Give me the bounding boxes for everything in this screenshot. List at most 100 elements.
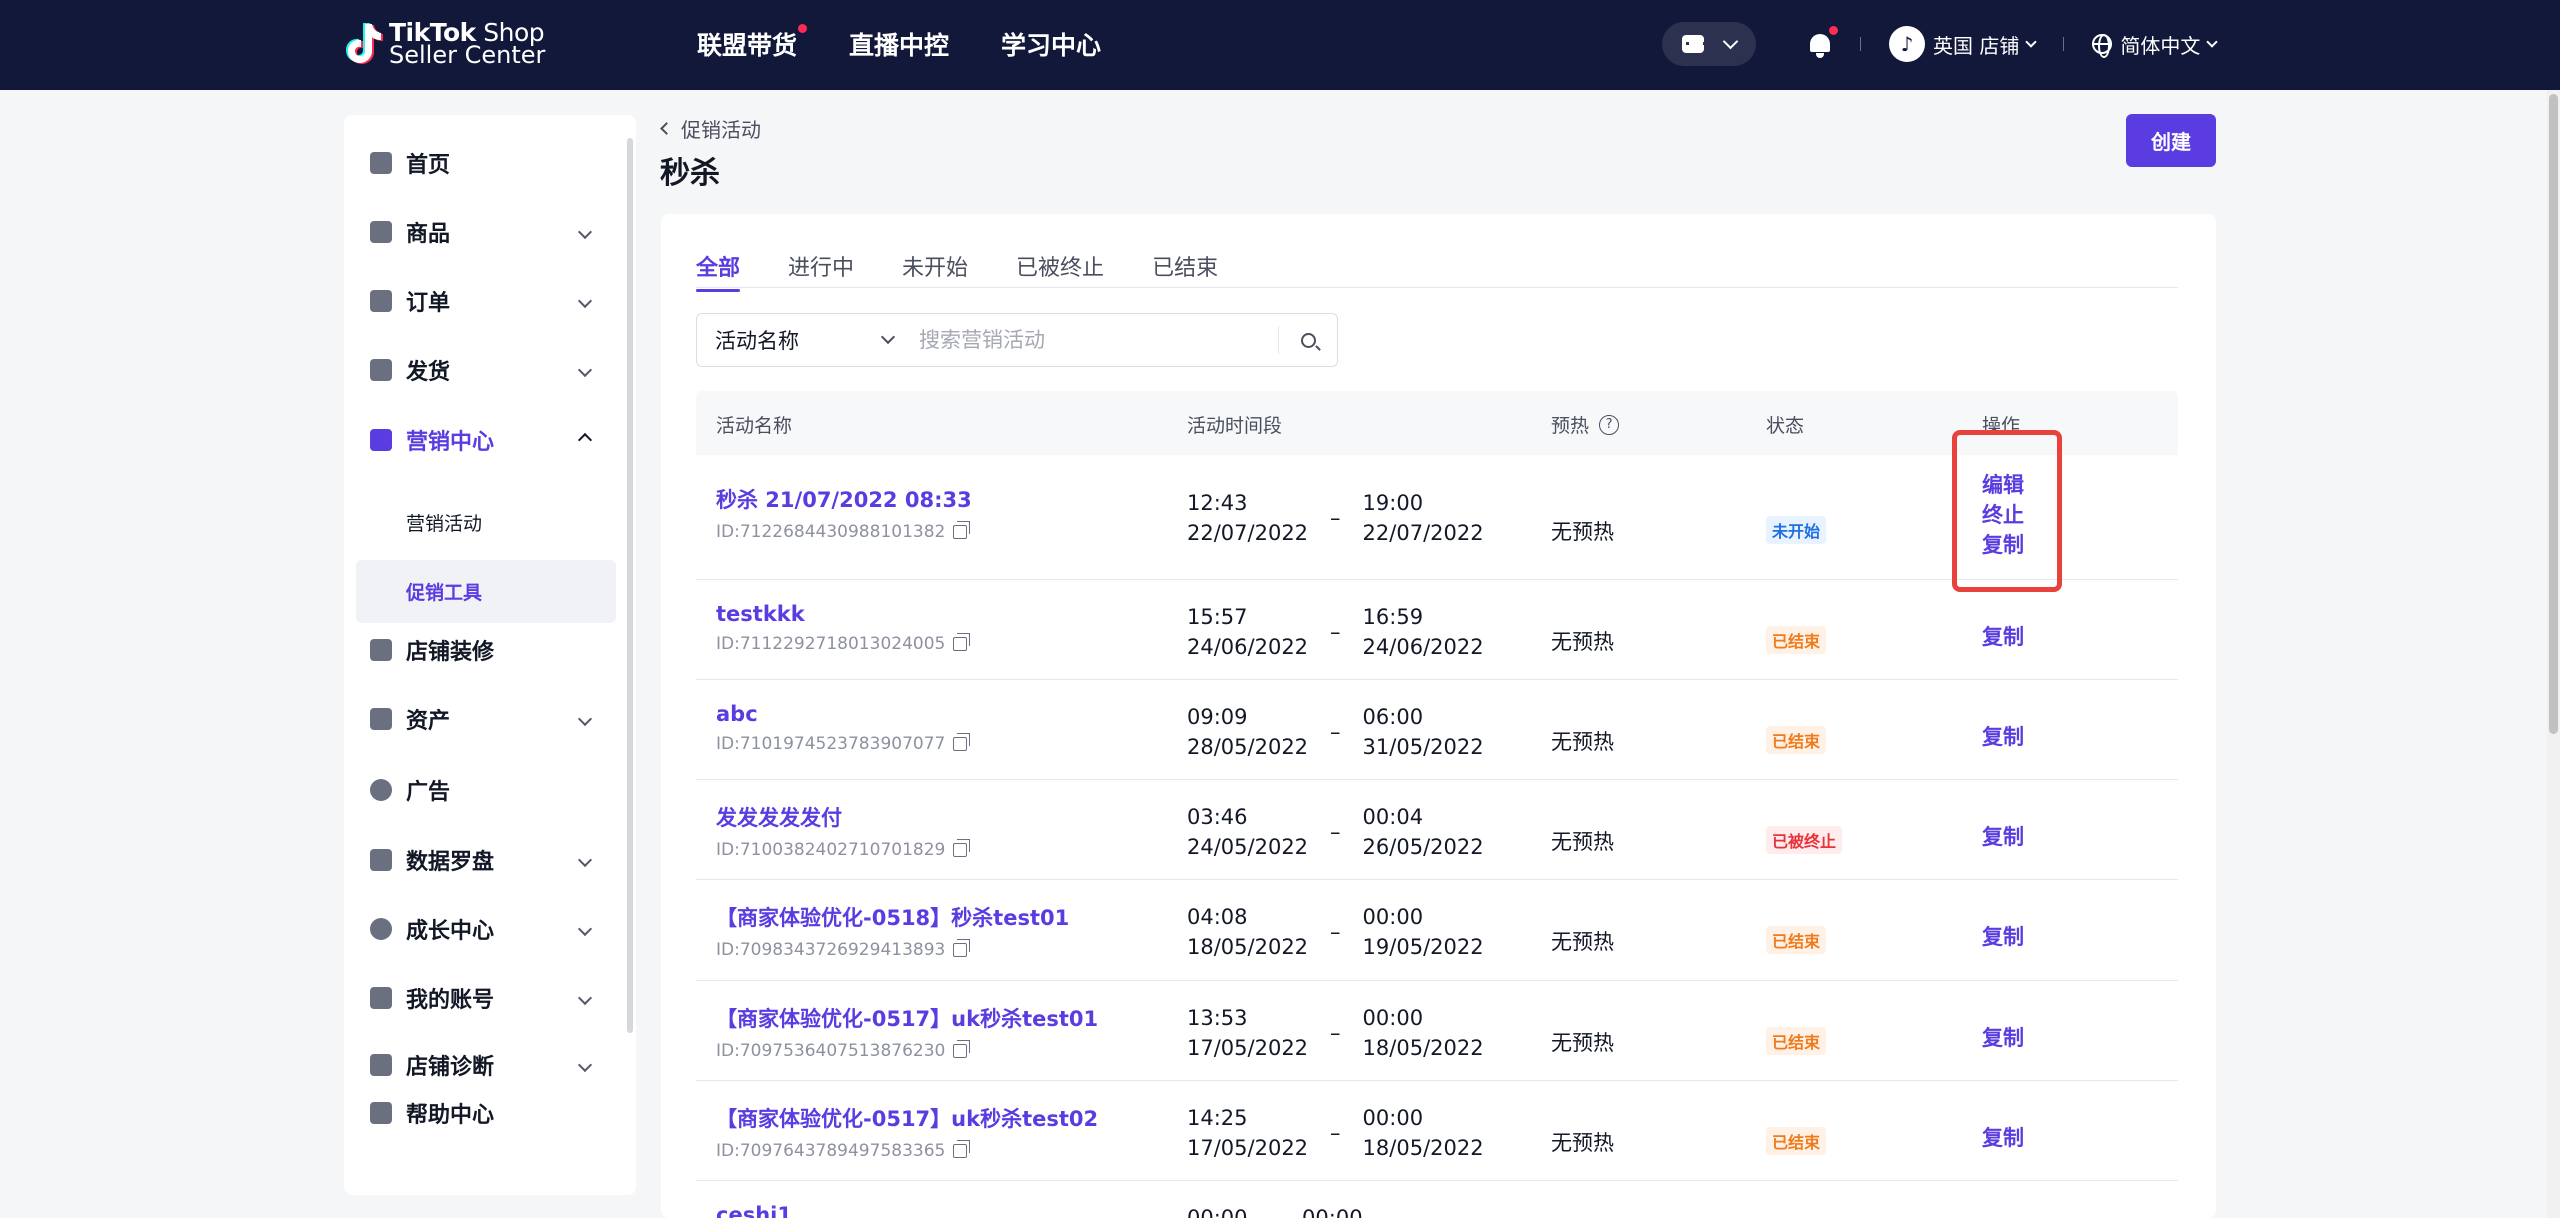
- copy-link[interactable]: 复制: [1982, 822, 2024, 852]
- activity-time-cell: 13:53 17/05/2022–00:00 18/05/2022: [1187, 1003, 1484, 1063]
- copy-icon[interactable]: [953, 839, 971, 857]
- copy-link[interactable]: 复制: [1982, 722, 2024, 752]
- status-cell: 已结束: [1766, 726, 1827, 754]
- activity-name-link[interactable]: abc: [716, 702, 967, 726]
- chat-button[interactable]: [1662, 22, 1756, 66]
- breadcrumb-label: 促销活动: [681, 118, 761, 142]
- search-bar: 活动名称: [696, 313, 1338, 367]
- page-scrollbar[interactable]: [2547, 90, 2560, 1218]
- divider: [2063, 37, 2065, 51]
- chevron-down-icon: [577, 1057, 593, 1073]
- scrollbar-thumb[interactable]: [2549, 94, 2558, 734]
- copy-icon[interactable]: [953, 1140, 971, 1158]
- activity-name-link[interactable]: 【商家体验优化-0517】uk秒杀test01: [716, 1003, 1098, 1033]
- end-date: 31/05/2022: [1362, 735, 1484, 759]
- tab-all[interactable]: 全部: [696, 250, 741, 292]
- chevron-down-icon: [577, 362, 593, 378]
- copy-icon[interactable]: [953, 521, 971, 539]
- activity-name-link[interactable]: 【商家体验优化-0518】秒杀test01: [716, 902, 1069, 932]
- start-date: 17/05/2022: [1187, 1036, 1309, 1060]
- activity-id-text: ID:7101974523783907077: [716, 734, 946, 754]
- logo-subtitle: Seller Center: [389, 41, 546, 69]
- sidebar-item-label: 成长中心: [406, 919, 495, 944]
- question-mark-icon[interactable]: ?: [1599, 414, 1620, 435]
- chevron-down-icon: [577, 852, 593, 868]
- search-type-select[interactable]: 活动名称: [697, 314, 911, 366]
- nav-affiliate[interactable]: 联盟带货: [697, 24, 808, 62]
- activity-name-link[interactable]: 秒杀 21/07/2022 08:33: [716, 484, 972, 514]
- activity-name-link[interactable]: 【商家体验优化-0517】uk秒杀test02: [716, 1103, 1098, 1133]
- table-row: abc ID:7101974523783907077 09:09 28/05/2022…: [696, 680, 2178, 780]
- start-date: 24/06/2022: [1187, 635, 1309, 659]
- activity-id-text: ID:7097536407513876230: [716, 1041, 946, 1061]
- language-selector[interactable]: 简体中文: [2092, 30, 2219, 59]
- start-date: 18/05/2022: [1187, 935, 1309, 959]
- activity-time-cell: 09:09 28/05/2022–06:00 31/05/2022: [1187, 702, 1484, 762]
- tab-not-started[interactable]: 未开始: [902, 250, 968, 292]
- copy-link[interactable]: 复制: [1982, 1123, 2024, 1153]
- notification-bell[interactable]: [1808, 26, 1838, 58]
- tabs-divider: [696, 287, 2178, 288]
- activity-time-cell: 12:43 22/07/2022–19:00 22/07/2022: [1187, 488, 1484, 548]
- chevron-down-icon: [577, 990, 593, 1006]
- copy-icon[interactable]: [953, 633, 971, 651]
- card-icon: [370, 708, 392, 730]
- nav-live-control[interactable]: 直播中控: [849, 26, 949, 62]
- user-icon: [370, 987, 392, 1009]
- tab-ongoing[interactable]: 进行中: [788, 250, 854, 292]
- sidebar-subitem-marketing-activities[interactable]: 营销活动: [406, 509, 482, 536]
- start-time: 09:09: [1187, 705, 1248, 729]
- sidebar-scrollbar[interactable]: [627, 138, 633, 1033]
- search-button[interactable]: [1279, 314, 1337, 366]
- activity-name-cell: 发发发发发付 ID:7100382402710701829: [716, 802, 971, 860]
- end-time: 06:00: [1362, 705, 1424, 729]
- time-range-separator: –: [1330, 720, 1341, 744]
- status-badge: 已结束: [1766, 626, 1827, 654]
- divider: [1860, 37, 1861, 51]
- create-button[interactable]: 创建: [2126, 114, 2216, 167]
- time-range-separator: –: [1330, 920, 1341, 944]
- tab-ended[interactable]: 已结束: [1152, 250, 1218, 292]
- copy-link[interactable]: 复制: [1982, 922, 2024, 952]
- notification-dot: [1829, 26, 1838, 35]
- globe-icon: [2092, 34, 2113, 58]
- breadcrumb[interactable]: 促销活动: [660, 114, 761, 143]
- time-range-separator: –: [1269, 1206, 1281, 1218]
- end-date: 22/07/2022: [1362, 521, 1484, 545]
- end-time: 00:00: [1362, 1006, 1424, 1030]
- nav-learning-center[interactable]: 学习中心: [1001, 26, 1101, 62]
- start-date: 22/07/2022: [1187, 521, 1309, 545]
- time-range-separator: –: [1330, 1121, 1341, 1145]
- start-time: 12:43: [1187, 491, 1248, 515]
- start-time: 04:08: [1187, 905, 1248, 929]
- copy-icon[interactable]: [953, 939, 971, 957]
- activity-id-text: ID:7112292718013024005: [716, 634, 946, 654]
- column-header-time: 活动时间段: [1187, 415, 1283, 437]
- copy-icon[interactable]: [953, 733, 971, 751]
- preheat-value: 无预热: [1551, 1131, 1614, 1155]
- activity-name-link[interactable]: 发发发发发付: [716, 802, 967, 832]
- truck-icon: [370, 359, 392, 381]
- status-cell: 未开始: [1766, 516, 1827, 544]
- preheat-value: 无预热: [1551, 630, 1614, 654]
- tiktok-shop-logo[interactable]: TikTok Shop Seller Center: [343, 20, 546, 69]
- copy-icon[interactable]: [953, 1040, 971, 1058]
- shop-selector[interactable]: ♪ 英国 店铺: [1889, 26, 2038, 62]
- activity-name-cell: ceshi1: [716, 1203, 792, 1218]
- activity-id: ID:7122684430988101382: [716, 521, 972, 542]
- sidebar-item-label: 我的账号: [406, 988, 495, 1013]
- chevron-left-icon: [660, 122, 673, 135]
- shop-icon: [370, 639, 392, 661]
- activity-name-link[interactable]: testkkk: [716, 602, 967, 626]
- activity-time-cell: 03:46 24/05/2022–00:04 26/05/2022: [1187, 802, 1484, 862]
- activity-id-text: ID:7122684430988101382: [716, 522, 946, 542]
- search-input[interactable]: [911, 328, 1278, 352]
- start-date: 24/05/2022: [1187, 835, 1309, 859]
- sidebar: 首页 商品 订单 发货 营销中心 营销活动 促销工具 店铺装修 资产 广告 数据…: [344, 115, 636, 1195]
- copy-link[interactable]: 复制: [1982, 622, 2024, 652]
- sidebar-subitem-promotion-tools[interactable]: 促销工具: [406, 578, 482, 605]
- tab-terminated[interactable]: 已被终止: [1016, 250, 1104, 292]
- activity-name-link[interactable]: ceshi1: [716, 1203, 792, 1218]
- sidebar-item-label: 发货: [406, 360, 451, 385]
- copy-link[interactable]: 复制: [1982, 1023, 2024, 1053]
